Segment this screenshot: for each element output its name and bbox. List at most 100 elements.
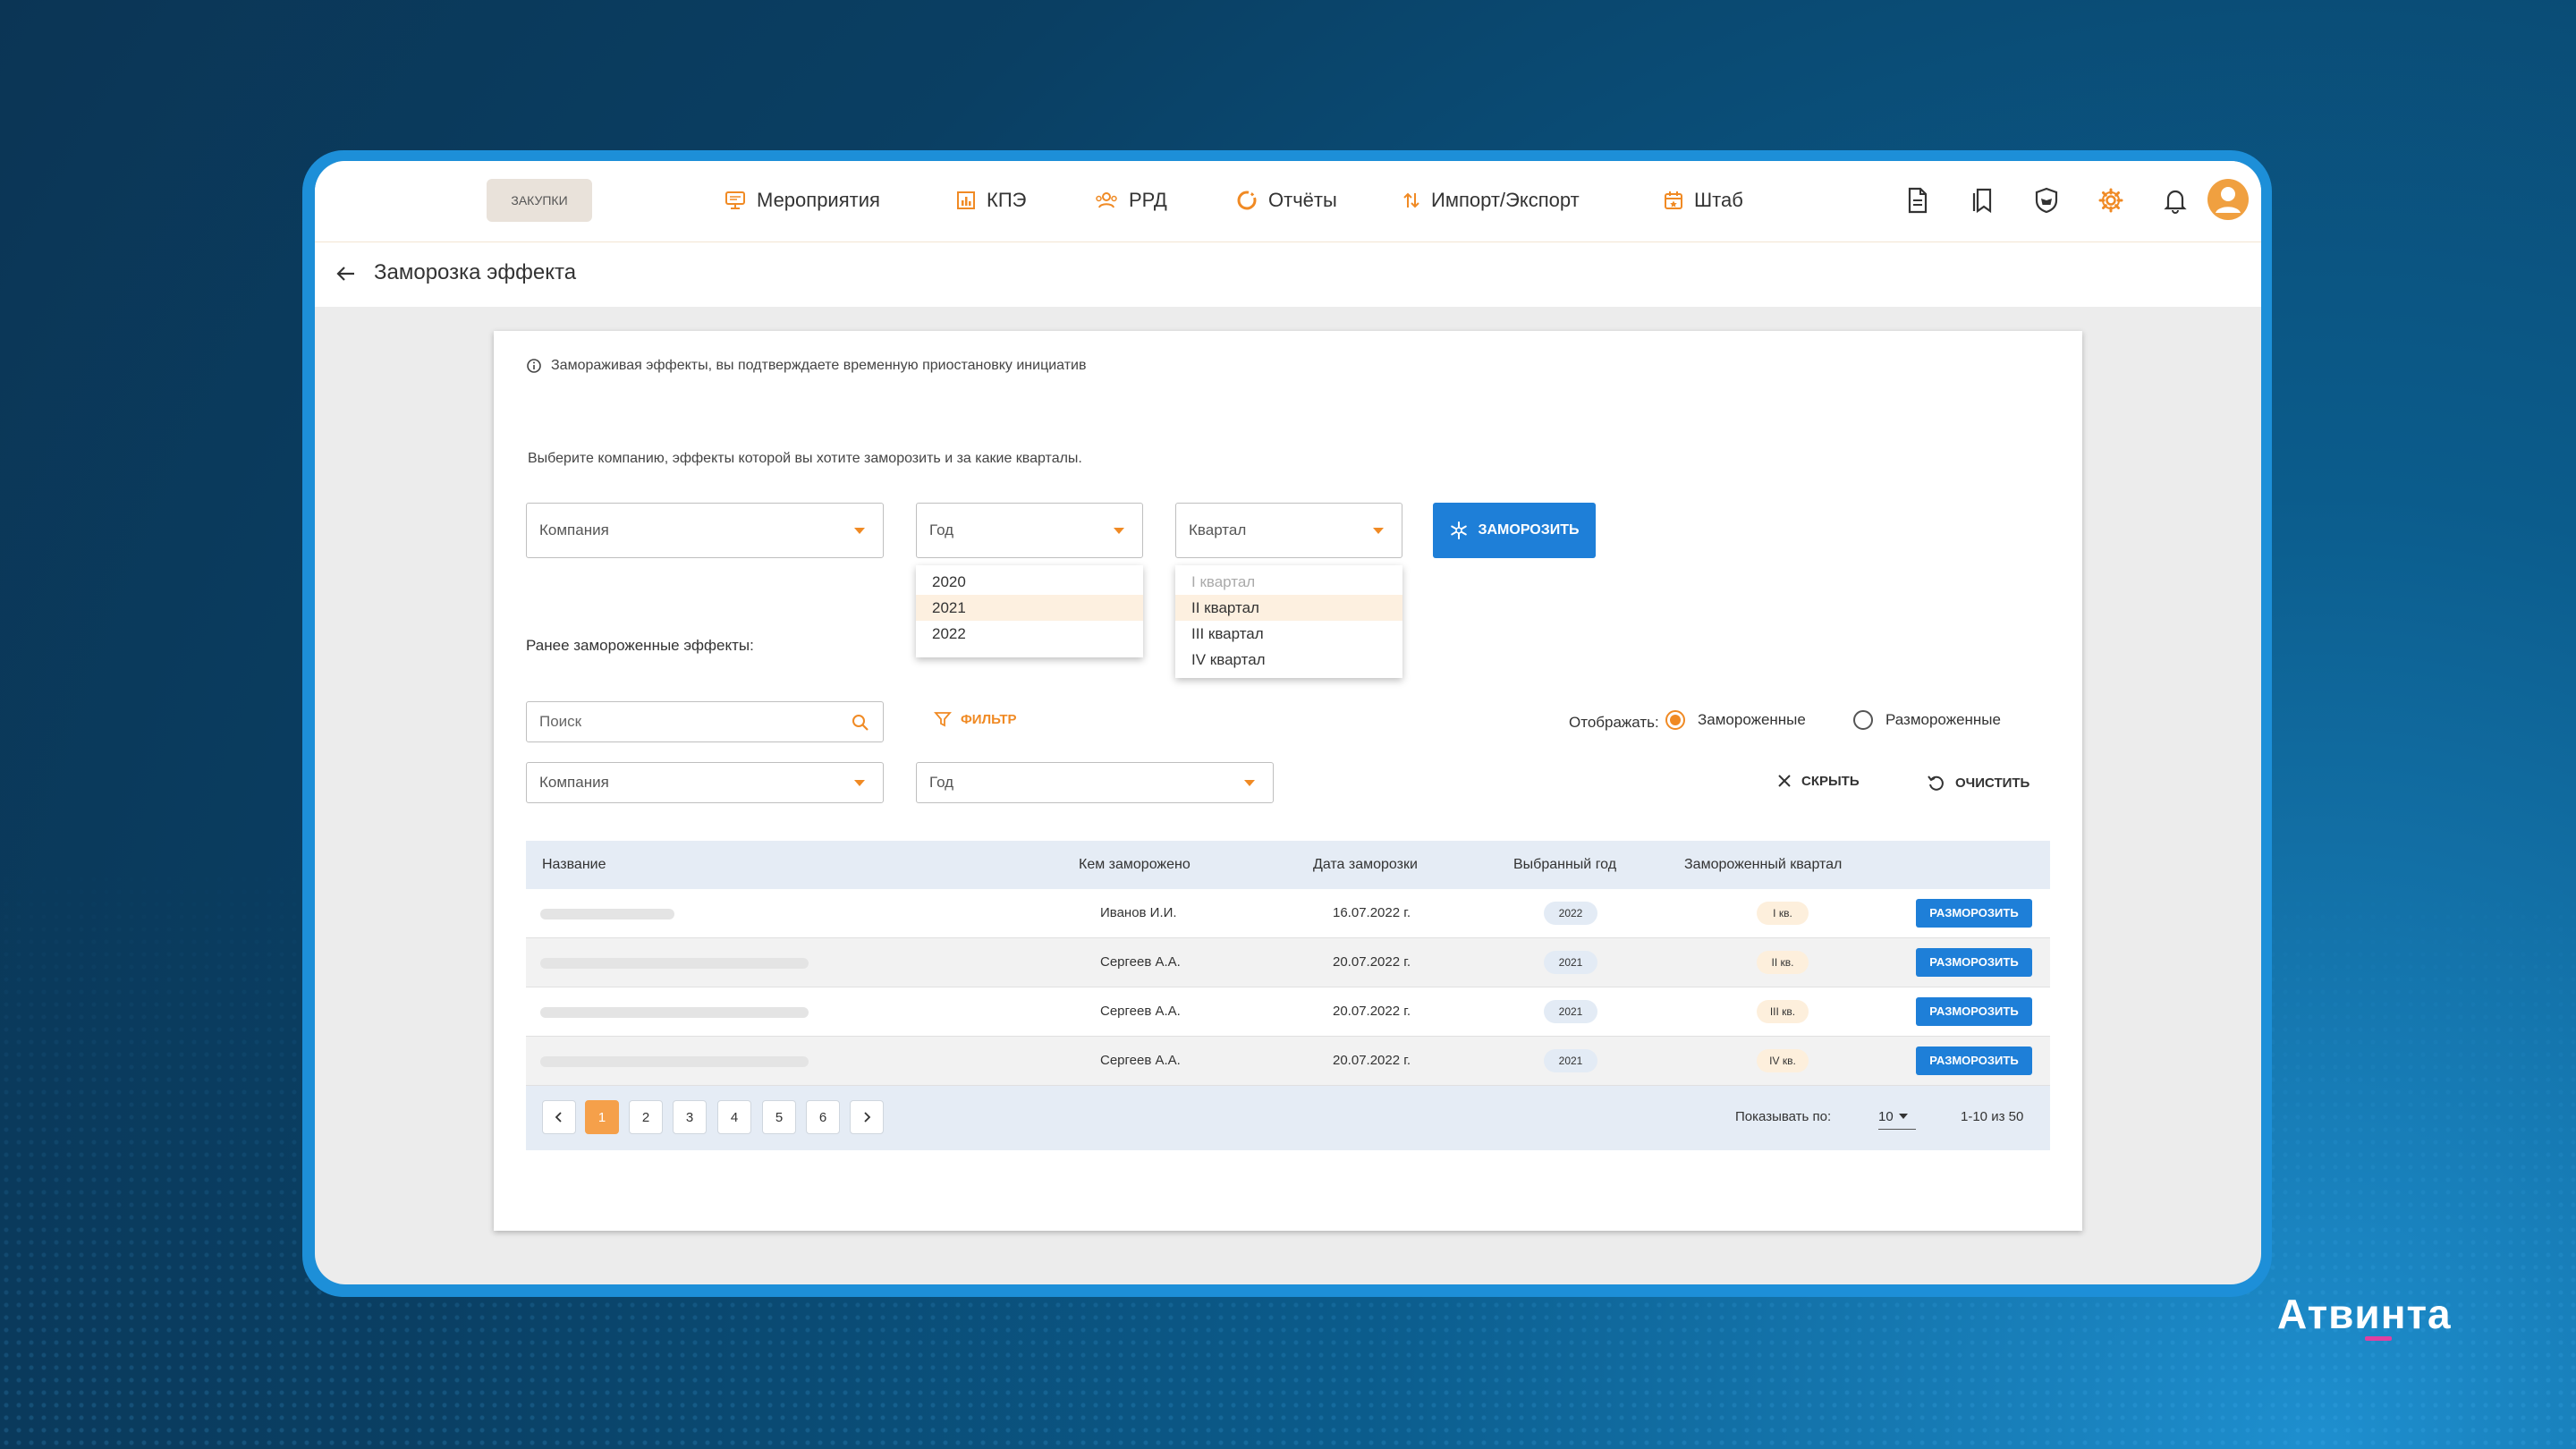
gear-icon[interactable] bbox=[2093, 182, 2129, 218]
nav-item-kpi[interactable]: КПЭ bbox=[956, 182, 1026, 218]
quarter-option-disabled: I квартал bbox=[1191, 573, 1256, 590]
radio-frozen[interactable]: Замороженные bbox=[1665, 710, 1806, 730]
nav-item-hq[interactable]: Штаб bbox=[1664, 182, 1743, 218]
frozen-effects-table: Название Кем заморожено Дата заморозки В… bbox=[526, 841, 2050, 1150]
radio-unfrozen[interactable]: Размороженные bbox=[1853, 710, 2001, 730]
quarter-option[interactable]: IV квартал bbox=[1175, 647, 1402, 673]
prev-page-button[interactable] bbox=[542, 1100, 576, 1134]
clear-button-label: ОЧИСТИТЬ bbox=[1955, 775, 2030, 791]
quarter-option[interactable]: III квартал bbox=[1175, 621, 1402, 647]
chevron-down-icon bbox=[854, 528, 865, 534]
unfreeze-button[interactable]: РАЗМОРОЗИТЬ bbox=[1916, 948, 2032, 977]
year-option[interactable]: 2022 bbox=[916, 621, 1143, 647]
filter-button[interactable]: ФИЛЬТР bbox=[934, 710, 1017, 728]
top-navigation: ЗАКУПКИ Мероприятия КПЭ РРД Отчёты Импор… bbox=[315, 161, 2261, 242]
bookmarks-icon[interactable] bbox=[1964, 182, 2000, 218]
form-prompt: Выберите компанию, эффекты которой вы хо… bbox=[528, 451, 1082, 466]
nav-label: РРД bbox=[1129, 189, 1167, 211]
hide-button[interactable]: СКРЫТЬ bbox=[1776, 773, 1860, 789]
freeze-button[interactable]: ЗАМОРОЗИТЬ bbox=[1433, 503, 1596, 558]
quarter-badge: III кв. bbox=[1757, 1000, 1809, 1023]
year-badge: 2021 bbox=[1544, 1049, 1597, 1072]
filter-company-select[interactable]: Компания bbox=[526, 762, 884, 803]
chevron-right-icon bbox=[864, 1112, 871, 1123]
chevron-left-icon bbox=[555, 1112, 562, 1123]
year-badge: 2022 bbox=[1544, 902, 1597, 925]
year-select[interactable]: Год bbox=[916, 503, 1143, 558]
page-button[interactable]: 5 bbox=[762, 1100, 796, 1134]
freeze-date: 20.07.2022 г. bbox=[1333, 1053, 1411, 1068]
bell-icon[interactable] bbox=[2157, 182, 2193, 218]
nav-item-events[interactable]: Мероприятия bbox=[724, 182, 880, 218]
logo-button[interactable]: ЗАКУПКИ bbox=[487, 179, 592, 222]
filter-icon bbox=[934, 712, 952, 727]
unfreeze-button[interactable]: РАЗМОРОЗИТЬ bbox=[1916, 1046, 2032, 1075]
freeze-card: Замораживая эффекты, вы подтверждаете вр… bbox=[494, 331, 2082, 1231]
select-placeholder: Компания bbox=[539, 774, 609, 791]
radio-label: Замороженные bbox=[1698, 711, 1806, 728]
page-button[interactable]: 6 bbox=[806, 1100, 840, 1134]
chevron-down-icon bbox=[1373, 528, 1384, 534]
quarter-badge: IV кв. bbox=[1757, 1049, 1809, 1072]
column-header: Выбранный год bbox=[1513, 857, 1617, 872]
shield-icon[interactable] bbox=[2029, 182, 2064, 218]
app-screen: ЗАКУПКИ Мероприятия КПЭ РРД Отчёты Импор… bbox=[315, 161, 2261, 1284]
search-input[interactable]: Поиск bbox=[526, 701, 884, 742]
blurred-name bbox=[540, 1056, 809, 1067]
display-label: Отображать: bbox=[1569, 714, 1659, 731]
info-text: Замораживая эффекты, вы подтверждаете вр… bbox=[551, 358, 1087, 373]
per-page-select[interactable]: 10 bbox=[1878, 1104, 1916, 1130]
year-option-selected[interactable]: 2021 bbox=[916, 595, 1143, 621]
quarter-badge: I кв. bbox=[1757, 902, 1809, 925]
table-row: Сергеев А.А. 20.07.2022 г. 2021 IV кв. Р… bbox=[526, 1037, 2050, 1086]
quarter-option-selected[interactable]: II квартал bbox=[1175, 595, 1402, 621]
brand-logo: Атвинта bbox=[2277, 1291, 2452, 1337]
nav-item-import-export[interactable]: Импорт/Экспорт bbox=[1402, 182, 1580, 218]
document-icon[interactable] bbox=[1900, 182, 1936, 218]
info-icon bbox=[527, 359, 541, 373]
hide-button-label: СКРЫТЬ bbox=[1801, 773, 1860, 789]
filter-year-select[interactable]: Год bbox=[916, 762, 1274, 803]
column-header: Замороженный квартал bbox=[1684, 857, 1843, 872]
unfreeze-button[interactable]: РАЗМОРОЗИТЬ bbox=[1916, 997, 2032, 1026]
year-option[interactable]: 2020 bbox=[916, 569, 1143, 595]
frozen-by: Сергеев А.А. bbox=[1100, 954, 1181, 970]
back-arrow-icon[interactable] bbox=[335, 262, 358, 285]
search-icon bbox=[852, 715, 869, 731]
nav-label: Отчёты bbox=[1268, 189, 1337, 211]
year-badge: 2021 bbox=[1544, 1000, 1597, 1023]
year-badge: 2021 bbox=[1544, 951, 1597, 974]
nav-label: Импорт/Экспорт bbox=[1431, 189, 1580, 211]
page-button[interactable]: 4 bbox=[717, 1100, 751, 1134]
page-button[interactable]: 3 bbox=[673, 1100, 707, 1134]
select-placeholder: Компания bbox=[539, 521, 609, 538]
page-button[interactable]: 1 bbox=[585, 1100, 619, 1134]
freeze-date: 20.07.2022 г. bbox=[1333, 1004, 1411, 1019]
company-select[interactable]: Компания bbox=[526, 503, 884, 558]
search-placeholder: Поиск bbox=[539, 713, 582, 730]
brand-accent bbox=[2365, 1336, 2392, 1341]
year-dropdown: 2020 2021 2022 bbox=[916, 565, 1143, 657]
quarter-select[interactable]: Квартал bbox=[1175, 503, 1402, 558]
chevron-down-icon bbox=[854, 780, 865, 786]
clear-button[interactable]: ОЧИСТИТЬ bbox=[1927, 773, 2029, 792]
page-button[interactable]: 2 bbox=[629, 1100, 663, 1134]
next-page-button[interactable] bbox=[850, 1100, 884, 1134]
select-placeholder: Квартал bbox=[1189, 521, 1247, 538]
nav-label: Штаб bbox=[1694, 189, 1743, 211]
unfreeze-button[interactable]: РАЗМОРОЗИТЬ bbox=[1916, 899, 2032, 928]
avatar-icon[interactable] bbox=[2207, 179, 2249, 220]
nav-item-reports[interactable]: Отчёты bbox=[1236, 182, 1337, 218]
chevron-down-icon bbox=[1114, 528, 1124, 534]
table-header: Название Кем заморожено Дата заморозки В… bbox=[526, 841, 2050, 889]
info-notice: Замораживая эффекты, вы подтверждаете вр… bbox=[526, 358, 1087, 374]
calendar-icon bbox=[1665, 191, 1682, 209]
pagination: 1 2 3 4 5 6 Показывать по: 10 1-10 из 50 bbox=[526, 1086, 2050, 1150]
per-page-label: Показывать по: bbox=[1735, 1109, 1832, 1124]
table-row: Иванов И.И. 16.07.2022 г. 2022 I кв. РАЗ… bbox=[526, 889, 2050, 938]
nav-item-rrd[interactable]: РРД bbox=[1095, 182, 1167, 218]
column-header: Кем заморожено bbox=[1079, 857, 1191, 872]
table-row: Сергеев А.А. 20.07.2022 г. 2021 II кв. Р… bbox=[526, 938, 2050, 987]
page-range: 1-10 из 50 bbox=[1961, 1109, 2024, 1124]
frozen-by: Сергеев А.А. bbox=[1100, 1053, 1181, 1068]
